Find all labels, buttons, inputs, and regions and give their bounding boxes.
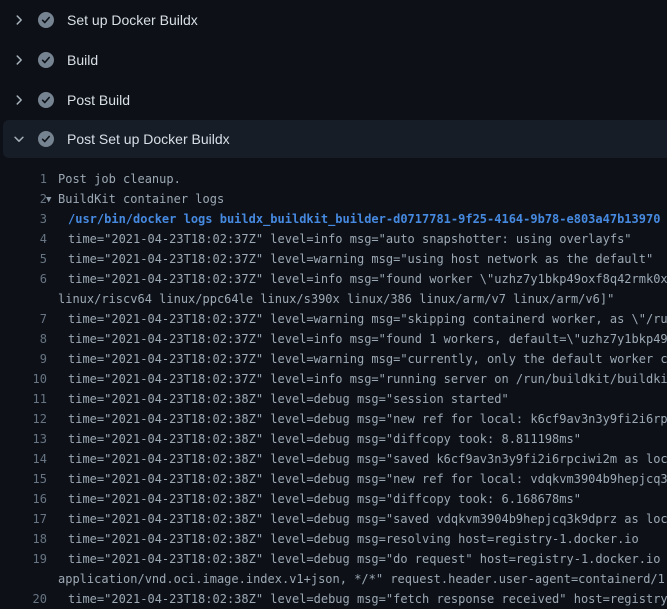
log-row: 19time="2021-04-23T18:02:38Z" level=debu… — [0, 549, 667, 569]
triangle-down-icon: ▼ — [46, 190, 58, 210]
log-line-text: time="2021-04-23T18:02:38Z" level=debug … — [47, 449, 667, 469]
chevron-right-icon — [12, 93, 28, 107]
log-row: 13time="2021-04-23T18:02:38Z" level=debu… — [0, 429, 667, 449]
step-header-set-up-docker-buildx[interactable]: Set up Docker Buildx — [0, 0, 667, 40]
line-number[interactable]: 16 — [0, 489, 47, 509]
step-title: Post Set up Docker Buildx — [67, 131, 230, 147]
step-title: Post Build — [67, 92, 130, 108]
log-line-text: time="2021-04-23T18:02:38Z" level=debug … — [47, 489, 581, 509]
step-header-build[interactable]: Build — [0, 40, 667, 80]
log-line-text: time="2021-04-23T18:02:37Z" level=warnin… — [47, 249, 653, 269]
log-row: 17time="2021-04-23T18:02:38Z" level=debu… — [0, 509, 667, 529]
log-row: 6time="2021-04-23T18:02:37Z" level=info … — [0, 269, 667, 289]
log-line-text: application/vnd.oci.image.index.v1+json,… — [47, 569, 667, 589]
log-line-text: time="2021-04-23T18:02:38Z" level=debug … — [47, 529, 639, 549]
line-number[interactable]: 19 — [0, 549, 47, 569]
line-number[interactable]: 4 — [0, 229, 47, 249]
line-number[interactable]: 2 — [0, 189, 47, 209]
log-line-text: time="2021-04-23T18:02:38Z" level=debug … — [47, 389, 509, 409]
line-number — [0, 289, 47, 309]
log-line-text: time="2021-04-23T18:02:37Z" level=info m… — [47, 369, 667, 389]
line-number[interactable]: 1 — [0, 169, 47, 189]
log-area: 1Post job cleanup.2▼BuildKit container l… — [0, 169, 667, 609]
log-row: 16time="2021-04-23T18:02:38Z" level=debu… — [0, 489, 667, 509]
log-row: 11time="2021-04-23T18:02:38Z" level=debu… — [0, 389, 667, 409]
log-line-text: linux/riscv64 linux/ppc64le linux/s390x … — [47, 289, 614, 309]
log-line-text: time="2021-04-23T18:02:37Z" level=warnin… — [47, 309, 667, 329]
log-command-text: /usr/bin/docker logs buildx_buildkit_bui… — [47, 209, 660, 229]
check-circle-icon — [38, 92, 54, 108]
step-title: Set up Docker Buildx — [67, 12, 198, 28]
step-header-post-build[interactable]: Post Build — [0, 80, 667, 120]
log-row: 14time="2021-04-23T18:02:38Z" level=debu… — [0, 449, 667, 469]
log-row: application/vnd.oci.image.index.v1+json,… — [0, 569, 667, 589]
log-row: 2▼BuildKit container logs — [0, 189, 667, 209]
log-line-text: time="2021-04-23T18:02:37Z" level=info m… — [47, 229, 632, 249]
log-line-text: time="2021-04-23T18:02:38Z" level=debug … — [47, 469, 667, 489]
line-number[interactable]: 13 — [0, 429, 47, 449]
line-number[interactable]: 3 — [0, 209, 47, 229]
log-row: 3/usr/bin/docker logs buildx_buildkit_bu… — [0, 209, 667, 229]
log-row: 4time="2021-04-23T18:02:37Z" level=info … — [0, 229, 667, 249]
log-group-label: BuildKit container logs — [58, 192, 224, 206]
line-number — [0, 569, 47, 589]
check-circle-icon — [38, 52, 54, 68]
line-number[interactable]: 11 — [0, 389, 47, 409]
line-number[interactable]: 10 — [0, 369, 47, 389]
check-circle-icon — [38, 12, 54, 28]
log-row: 20time="2021-04-23T18:02:38Z" level=debu… — [0, 589, 667, 609]
log-row: 9time="2021-04-23T18:02:37Z" level=warni… — [0, 349, 667, 369]
log-row: 7time="2021-04-23T18:02:37Z" level=warni… — [0, 309, 667, 329]
chevron-right-icon — [12, 13, 28, 27]
log-line-text: time="2021-04-23T18:02:38Z" level=debug … — [47, 509, 667, 529]
log-line-text: time="2021-04-23T18:02:38Z" level=debug … — [47, 429, 581, 449]
log-line-text: time="2021-04-23T18:02:37Z" level=info m… — [47, 329, 667, 349]
log-line-text: time="2021-04-23T18:02:37Z" level=warnin… — [47, 349, 667, 369]
log-line-text: time="2021-04-23T18:02:38Z" level=debug … — [47, 549, 667, 569]
log-line-text: time="2021-04-23T18:02:38Z" level=debug … — [47, 589, 667, 609]
log-row: 18time="2021-04-23T18:02:38Z" level=debu… — [0, 529, 667, 549]
line-number[interactable]: 12 — [0, 409, 47, 429]
line-number[interactable]: 7 — [0, 309, 47, 329]
line-number[interactable]: 8 — [0, 329, 47, 349]
log-line-text: time="2021-04-23T18:02:37Z" level=info m… — [47, 269, 667, 289]
log-line-text: time="2021-04-23T18:02:38Z" level=debug … — [47, 409, 667, 429]
line-number[interactable]: 20 — [0, 589, 47, 609]
log-row: 10time="2021-04-23T18:02:37Z" level=info… — [0, 369, 667, 389]
chevron-down-icon — [12, 132, 28, 146]
log-group-toggle[interactable]: ▼BuildKit container logs — [47, 189, 224, 209]
line-number[interactable]: 5 — [0, 249, 47, 269]
log-row: linux/riscv64 linux/ppc64le linux/s390x … — [0, 289, 667, 309]
step-header-post-set-up-docker-buildx[interactable]: Post Set up Docker Buildx — [3, 120, 667, 158]
line-number[interactable]: 17 — [0, 509, 47, 529]
chevron-right-icon — [12, 53, 28, 67]
log-row: 1Post job cleanup. — [0, 169, 667, 189]
step-title: Build — [67, 52, 98, 68]
log-line-text: Post job cleanup. — [47, 169, 181, 189]
line-number[interactable]: 6 — [0, 269, 47, 289]
log-row: 12time="2021-04-23T18:02:38Z" level=debu… — [0, 409, 667, 429]
line-number[interactable]: 15 — [0, 469, 47, 489]
log-row: 15time="2021-04-23T18:02:38Z" level=debu… — [0, 469, 667, 489]
steps-list: Set up Docker Buildx Build Post Build Po… — [0, 0, 667, 158]
line-number[interactable]: 14 — [0, 449, 47, 469]
check-circle-icon — [38, 131, 54, 147]
log-row: 8time="2021-04-23T18:02:37Z" level=info … — [0, 329, 667, 349]
line-number[interactable]: 18 — [0, 529, 47, 549]
line-number[interactable]: 9 — [0, 349, 47, 369]
log-row: 5time="2021-04-23T18:02:37Z" level=warni… — [0, 249, 667, 269]
